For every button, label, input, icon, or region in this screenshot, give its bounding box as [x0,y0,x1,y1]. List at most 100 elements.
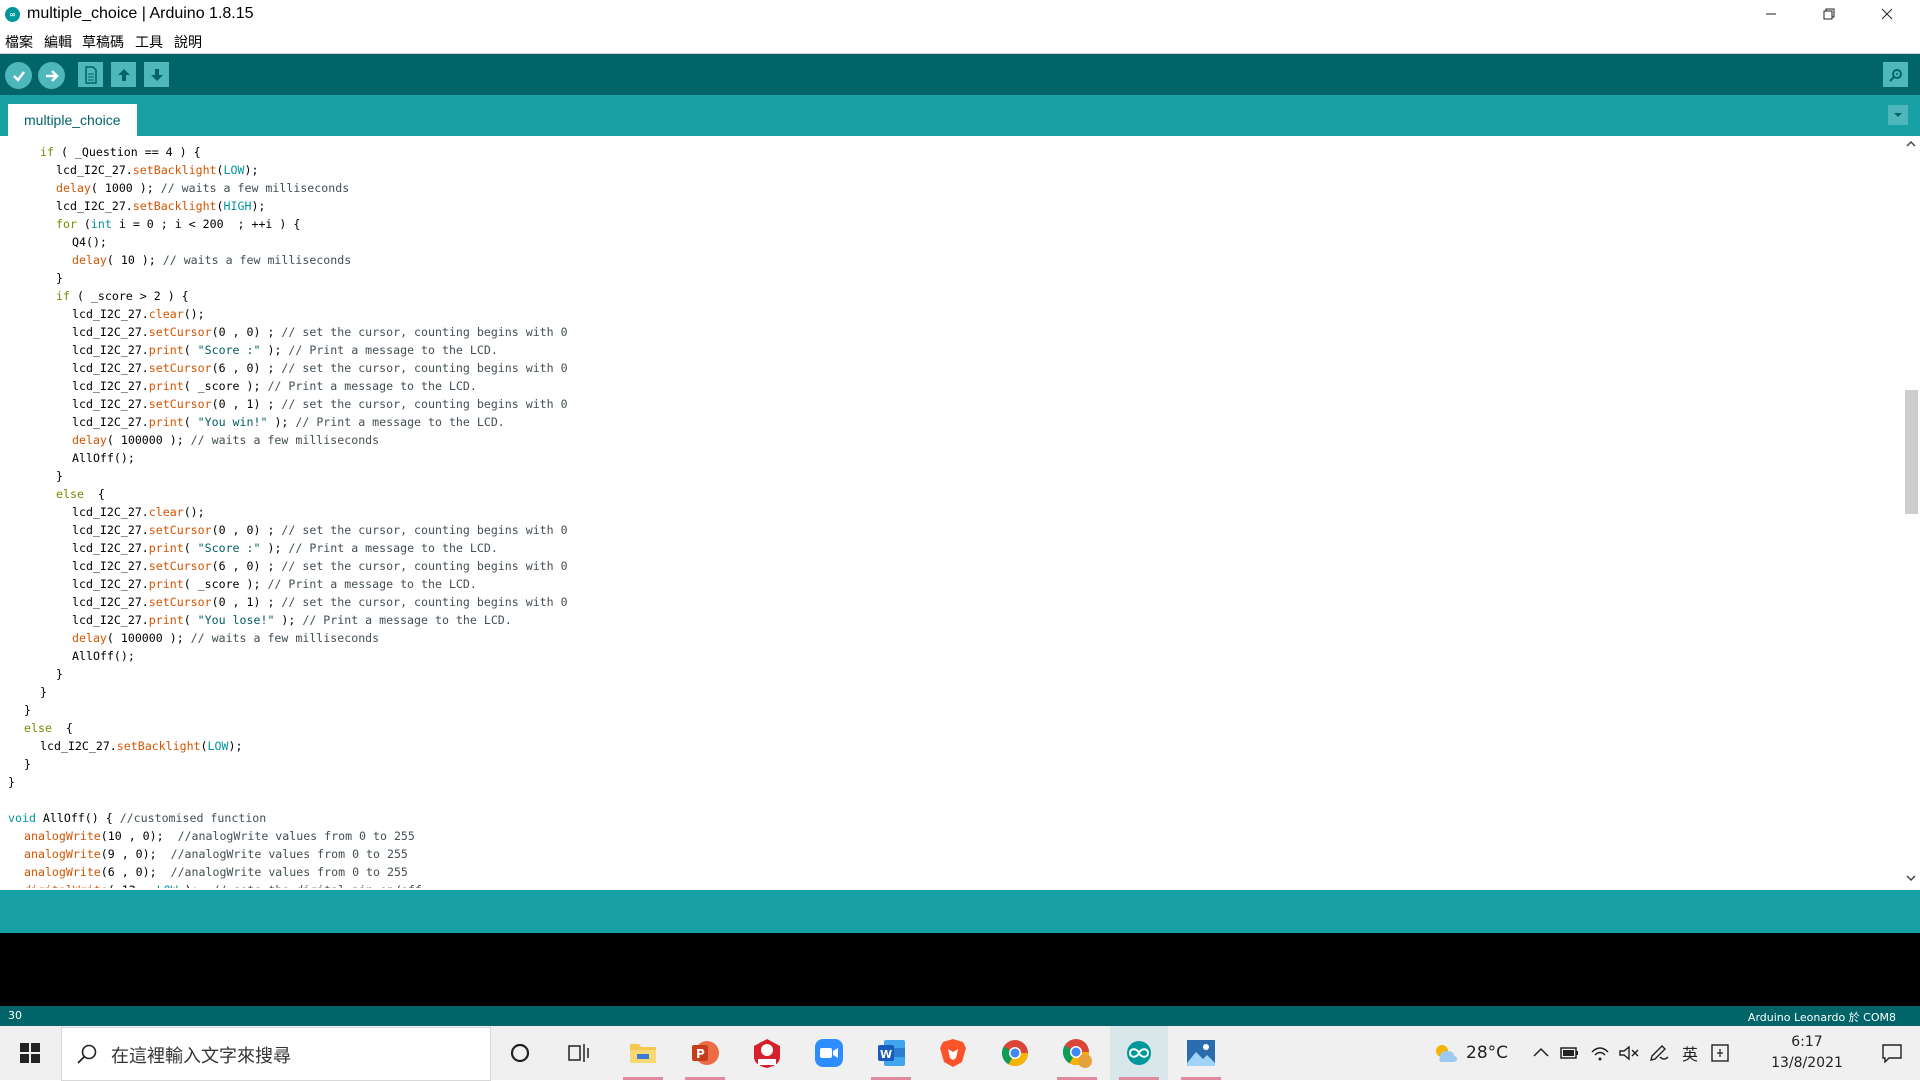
code-token: // set the cursor, counting begins with … [281,523,568,537]
code-line: } [24,701,31,719]
scroll-up-icon[interactable] [1902,136,1920,154]
code-token: delay [72,631,107,645]
code-token: ( 100000 ); [106,631,191,645]
scroll-thumb[interactable] [1905,390,1918,514]
menu-help[interactable]: 說明 [174,32,202,52]
task-view-button[interactable] [550,1026,608,1080]
minimize-icon [1766,13,1776,15]
code-token: AllOff() { [35,811,120,825]
powerpoint-button[interactable]: P [676,1026,734,1080]
cortana-button[interactable] [491,1026,549,1080]
code-token: else [24,721,52,735]
input-mode-icon[interactable] [1710,1043,1730,1063]
vertical-scrollbar[interactable] [1902,136,1920,888]
code-token: // Print a message to the LCD. [295,415,505,429]
word-icon: W [878,1040,905,1066]
code-line: lcd_I2C_27.print( "You lose!" ); // Prin… [72,611,512,629]
open-button[interactable] [111,62,136,87]
code-line: void AllOff() { //customised function [8,809,266,827]
code-token: ( [183,415,198,429]
save-button[interactable] [144,62,169,87]
word-button[interactable]: W [862,1026,920,1080]
brave-button[interactable] [924,1026,982,1080]
code-token: // Print a message to the LCD. [288,541,498,555]
code-token: print [148,415,184,429]
code-token: ( [76,217,91,231]
code-token: ( [183,343,198,357]
code-token: //analogWrite values from 0 to 255 [177,829,415,843]
code-token: "You win!" [197,415,268,429]
new-button[interactable] [78,62,103,87]
upload-button[interactable] [38,62,65,89]
scroll-down-icon[interactable] [1902,870,1920,888]
save-icon [150,68,163,81]
code-line: lcd_I2C_27.print( "You win!" ); // Print… [72,413,505,431]
close-button[interactable] [1864,0,1910,29]
notification-center-button[interactable] [1864,1026,1920,1080]
weather-widget[interactable]: 28°C [1432,1026,1508,1080]
chevron-up-icon[interactable] [1532,1046,1550,1060]
code-line: lcd_I2C_27.setCursor(0 , 1) ; // set the… [72,593,568,611]
code-line: if ( _score > 2 ) { [56,287,189,305]
code-token: delay [72,433,107,447]
wifi-icon[interactable] [1590,1044,1610,1062]
code-token: setCursor [148,595,212,609]
verify-button[interactable] [5,62,32,89]
eph-app-icon [754,1039,780,1068]
zoom-button[interactable] [800,1026,858,1080]
code-token: lcd_I2C_27. [72,595,149,609]
console-output[interactable] [0,933,1920,1006]
code-line: lcd_I2C_27.setBacklight(LOW); [56,161,258,179]
restore-icon [1823,8,1835,20]
code-token: lcd_I2C_27. [72,613,149,627]
code-token: // waits a few milliseconds [162,253,352,267]
menu-file[interactable]: 檔案 [5,32,33,52]
code-token: // waits a few milliseconds [190,433,380,447]
code-line: delay( 100000 ); // waits a few millisec… [72,431,379,449]
code-line: AllOff(); [72,449,135,467]
serial-monitor-button[interactable] [1883,62,1908,87]
code-token: lcd_I2C_27. [72,397,149,411]
code-token: // set the cursor, counting begins with … [281,361,568,375]
taskbar-search-box[interactable]: 在這裡輸入文字來搜尋 [61,1027,491,1081]
volume-muted-icon[interactable] [1618,1044,1640,1062]
clock[interactable]: 6:17 13/8/2021 [1762,1032,1852,1074]
tab-menu-button[interactable] [1888,105,1908,125]
battery-icon[interactable] [1560,1046,1580,1060]
code-token: delay [56,181,91,195]
minimize-button[interactable] [1748,0,1794,29]
code-line: analogWrite(9 , 0); //analogWrite values… [24,845,408,863]
code-token: ( _score > 2 ) { [69,289,189,303]
restore-button[interactable] [1806,0,1852,29]
code-token: if [40,145,54,159]
eph-app-button[interactable] [738,1026,796,1080]
code-line: } [56,665,63,683]
code-line: lcd_I2C_27.print( _score ); // Print a m… [72,575,477,593]
chrome-profile-button[interactable] [1048,1026,1106,1080]
ime-indicator[interactable]: 英 [1682,1041,1698,1065]
menu-sketch[interactable]: 草稿碼 [82,32,124,52]
code-token: analogWrite [24,865,101,879]
open-icon [117,68,130,81]
file-explorer-button[interactable] [614,1026,672,1080]
code-token: // Print a message to the LCD. [267,577,477,591]
arduino-taskbar-button[interactable] [1110,1026,1168,1080]
code-editor[interactable]: if ( _Question == 4 ) {lcd_I2C_27.setBac… [0,136,1902,888]
pen-icon[interactable] [1648,1043,1670,1063]
start-button[interactable] [0,1026,60,1080]
svg-text:W: W [880,1048,892,1061]
arduino-app-icon: ∞ [5,7,20,22]
chrome-profile-icon [1062,1039,1092,1068]
code-token: print [148,613,184,627]
code-token: Q4(); [72,235,107,249]
tab-multiple-choice[interactable]: multiple_choice [8,104,137,136]
menu-edit[interactable]: 編輯 [44,32,72,52]
code-token: analogWrite [24,829,101,843]
photos-button[interactable] [1172,1026,1230,1080]
code-line: } [8,773,15,791]
code-line: } [56,467,63,485]
chrome-button[interactable] [986,1026,1044,1080]
code-token: // waits a few milliseconds [160,181,350,195]
menu-tools[interactable]: 工具 [135,32,163,52]
code-token: clear [148,307,184,321]
